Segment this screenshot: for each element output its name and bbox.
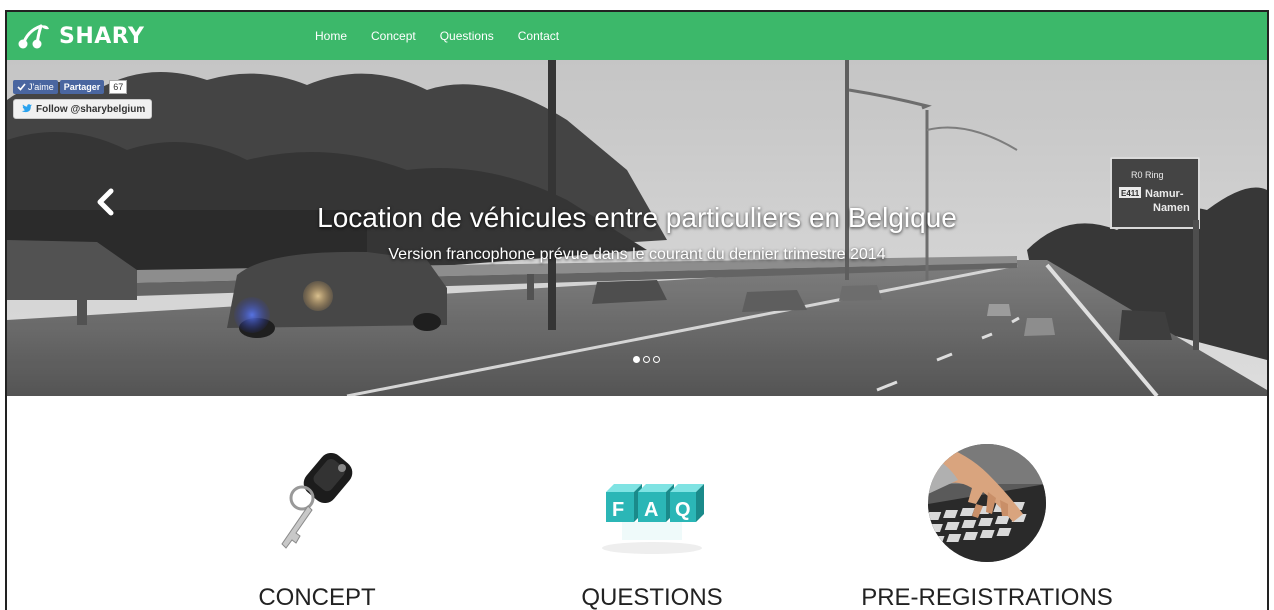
social-buttons: J'aime Partager 67 Follow @sharybelgium <box>13 80 153 119</box>
brand-name: SHARY <box>59 23 145 49</box>
browser-viewport: SHARY Home Concept Questions Contact R0 … <box>5 10 1269 610</box>
feature-questions-title: QUESTIONS <box>581 584 723 610</box>
twitter-bird-icon <box>21 104 32 113</box>
faq-letter-q: Q <box>675 499 691 521</box>
facebook-share-button[interactable]: Partager <box>59 80 105 94</box>
nav-concept[interactable]: Concept <box>359 29 428 43</box>
carousel-indicator-3[interactable] <box>653 356 660 363</box>
hero-carousel: R0 Ring E411 Namur- Namen J'aime Partage… <box>7 60 1267 396</box>
hero-subtitle: Version francophone prévue dans le coura… <box>388 246 886 263</box>
cherry-logo-icon <box>18 24 49 49</box>
facebook-like-label: J'aime <box>28 82 54 92</box>
facebook-like-count: 67 <box>109 80 128 94</box>
feature-preregistrations-title: PRE-REGISTRATIONS <box>861 584 1113 610</box>
brand-logo[interactable]: SHARY <box>17 20 144 52</box>
main-nav: Home Concept Questions Contact <box>303 12 571 60</box>
twitter-follow-button[interactable]: Follow @sharybelgium <box>13 99 153 119</box>
faq-letter-a: A <box>644 499 658 521</box>
carousel-indicator-1[interactable] <box>633 356 640 363</box>
top-navbar: SHARY Home Concept Questions Contact <box>7 12 1267 60</box>
facebook-row: J'aime Partager 67 <box>13 80 152 94</box>
nav-home[interactable]: Home <box>303 29 359 43</box>
car-key-icon <box>272 448 362 558</box>
keyboard-hand-icon <box>928 444 1046 562</box>
nav-contact[interactable]: Contact <box>506 29 571 43</box>
nav-questions[interactable]: Questions <box>428 29 506 43</box>
feature-concept-title: CONCEPT <box>258 584 376 610</box>
facebook-like-button[interactable]: J'aime <box>13 80 58 94</box>
check-icon <box>17 83 26 91</box>
carousel-indicators <box>633 356 660 363</box>
carousel-indicator-2[interactable] <box>643 356 650 363</box>
faq-blocks-icon: F A Q <box>592 448 712 558</box>
twitter-follow-label: Follow @sharybelgium <box>36 103 146 115</box>
faq-letter-f: F <box>612 499 624 521</box>
hero-title: Location de véhicules entre particuliers… <box>317 202 957 233</box>
features-section: CONCEPT F A Q QUESTIONS PRE-REGISTRATION… <box>7 396 1267 610</box>
